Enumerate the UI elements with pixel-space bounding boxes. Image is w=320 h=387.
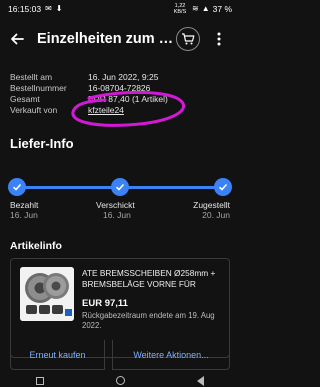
step-shipped-check-icon xyxy=(111,178,129,196)
seller-label: Verkauft von xyxy=(10,105,58,115)
delivery-progress: Bezahlt 16. Jun Verschickt 16. Jun Zuges… xyxy=(0,178,240,228)
step-delivered-date: 20. Jun xyxy=(202,210,230,220)
signal-icon: ▲ xyxy=(201,4,210,13)
order-date-row: Bestellt am 16. Jun 2022, 9:25 xyxy=(10,72,230,83)
order-total-row: Gesamt EUR 87,40 (1 Artikel) xyxy=(10,94,230,105)
order-number-value: 16-08704-72826 xyxy=(88,83,151,93)
delivery-heading: Liefer-Info xyxy=(10,136,74,151)
page-title: Einzelheiten zum Kauf xyxy=(37,31,177,47)
wifi-icon: ≋ xyxy=(192,4,199,13)
item-heading: Artikelinfo xyxy=(10,240,62,252)
app-bar: Einzelheiten zum Kauf xyxy=(0,22,240,58)
seller-link[interactable]: kfzteile24 xyxy=(88,105,124,116)
order-number-label: Bestellnummer xyxy=(10,83,67,93)
item-price: EUR 97,11 xyxy=(82,298,128,309)
order-date-value: 16. Jun 2022, 9:25 xyxy=(88,72,159,82)
cart-button[interactable] xyxy=(176,27,200,51)
order-info-table: Bestellt am 16. Jun 2022, 9:25 Bestellnu… xyxy=(10,72,230,116)
order-total-value: EUR 87,40 (1 Artikel) xyxy=(88,94,168,104)
back-nav-icon[interactable] xyxy=(197,375,204,386)
more-options-icon[interactable] xyxy=(210,30,228,48)
status-time: 16:15:03 xyxy=(8,4,42,14)
product-image xyxy=(20,267,74,321)
seller-row: Verkauft von kfzteile24 xyxy=(10,105,230,116)
home-icon[interactable] xyxy=(116,376,125,385)
back-arrow-icon[interactable] xyxy=(8,30,26,48)
status-bar: 16:15:03 ✉ ⬇ 1,22 KB/S ≋ ▲ 37 % xyxy=(0,0,240,18)
step-shipped-date: 16. Jun xyxy=(103,210,131,220)
notification-icon: ✉ xyxy=(45,4,52,13)
network-speed: 1,22 KB/S xyxy=(173,3,187,15)
step-paid-check-icon xyxy=(8,178,26,196)
recent-apps-icon[interactable] xyxy=(36,376,44,385)
step-paid-label: Bezahlt xyxy=(10,200,39,210)
buy-again-button[interactable]: Erneut kaufen xyxy=(10,340,105,370)
battery-level: 37 % xyxy=(212,4,232,14)
step-paid-date: 16. Jun xyxy=(10,210,38,220)
step-delivered-check-icon xyxy=(214,178,232,196)
step-shipped-label: Verschickt xyxy=(96,200,135,210)
order-date-label: Bestellt am xyxy=(10,72,53,82)
return-period-note: Rückgabezeitraum endete am 19. Aug 2022. xyxy=(82,311,215,330)
system-nav-bar xyxy=(0,374,240,387)
download-icon: ⬇ xyxy=(55,4,63,13)
more-actions-button[interactable]: Weitere Aktionen... xyxy=(112,340,230,370)
item-title[interactable]: ATE BREMSSCHEIBEN Ø258mm + BREMSBELÄGE V… xyxy=(82,268,227,290)
cart-icon xyxy=(182,33,195,45)
step-delivered-label: Zugestellt xyxy=(193,200,230,210)
order-number-row: Bestellnummer 16-08704-72826 xyxy=(10,83,230,94)
order-total-label: Gesamt xyxy=(10,94,40,104)
